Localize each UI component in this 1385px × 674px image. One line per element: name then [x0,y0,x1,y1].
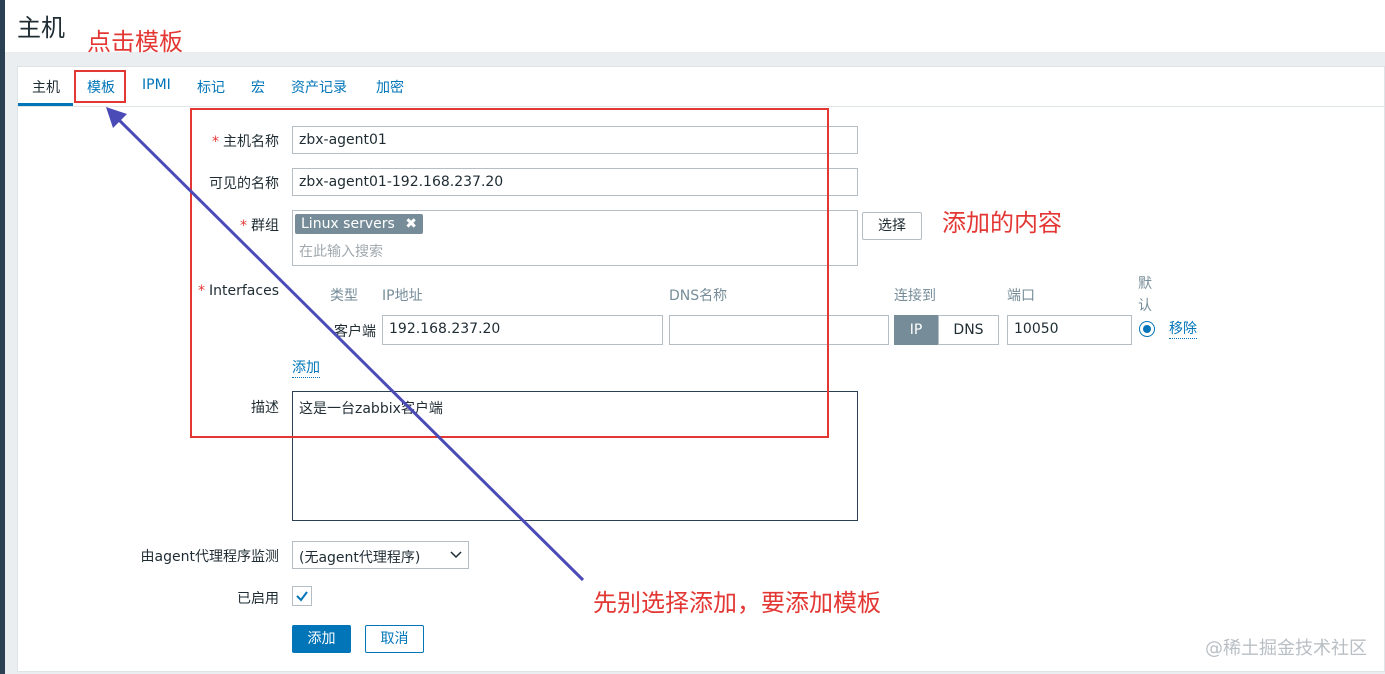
add-button[interactable]: 添加 [292,625,351,653]
tab-bar: 主机 模板 IPMI 标记 宏 资产记录 加密 [18,67,1384,107]
tab-host[interactable]: 主机 [32,77,60,97]
proxy-label: 由agent代理程序监测 [140,549,279,565]
active-tab-indicator [18,103,73,106]
proxy-select[interactable]: (无agent代理程序) [292,541,469,569]
annotation-click-template: 点击模板 [87,28,183,56]
connect-ip-toggle[interactable]: IP [894,315,938,345]
tab-tags[interactable]: 标记 [197,77,225,97]
select-groups-button[interactable]: 选择 [862,212,922,240]
tab-encryption[interactable]: 加密 [376,77,404,97]
cancel-button[interactable]: 取消 [365,625,424,653]
left-sidebar-strip [0,0,5,674]
chevron-down-icon [450,551,462,559]
watermark: @稀土掘金技术社区 [1205,638,1367,659]
default-interface-radio[interactable] [1139,321,1155,337]
remove-interface-link[interactable]: 移除 [1169,320,1197,339]
enabled-label: 已启用 [237,591,279,607]
annotation-box-template-tab [74,70,126,103]
connect-dns-toggle[interactable]: DNS [938,315,999,345]
tab-inventory[interactable]: 资产记录 [291,77,347,97]
tab-ipmi[interactable]: IPMI [142,77,171,93]
tab-macros[interactable]: 宏 [251,77,265,97]
page-header: 主机 [5,0,1385,52]
interface-port-input[interactable]: 10050 [1007,315,1132,345]
annotation-added-content: 添加的内容 [942,209,1062,237]
proxy-select-value: (无agent代理程序) [299,550,421,566]
annotation-box-form-content [190,108,829,438]
interface-port-header: 端口 [1007,288,1035,304]
check-icon [296,591,308,602]
enabled-checkbox[interactable] [292,586,312,606]
interface-default-header: 默认 [1138,276,1152,314]
annotation-select-first: 先别选择添加，要添加模板 [593,589,881,617]
interface-connect-header: 连接到 [894,288,936,304]
page-title: 主机 [17,14,65,42]
